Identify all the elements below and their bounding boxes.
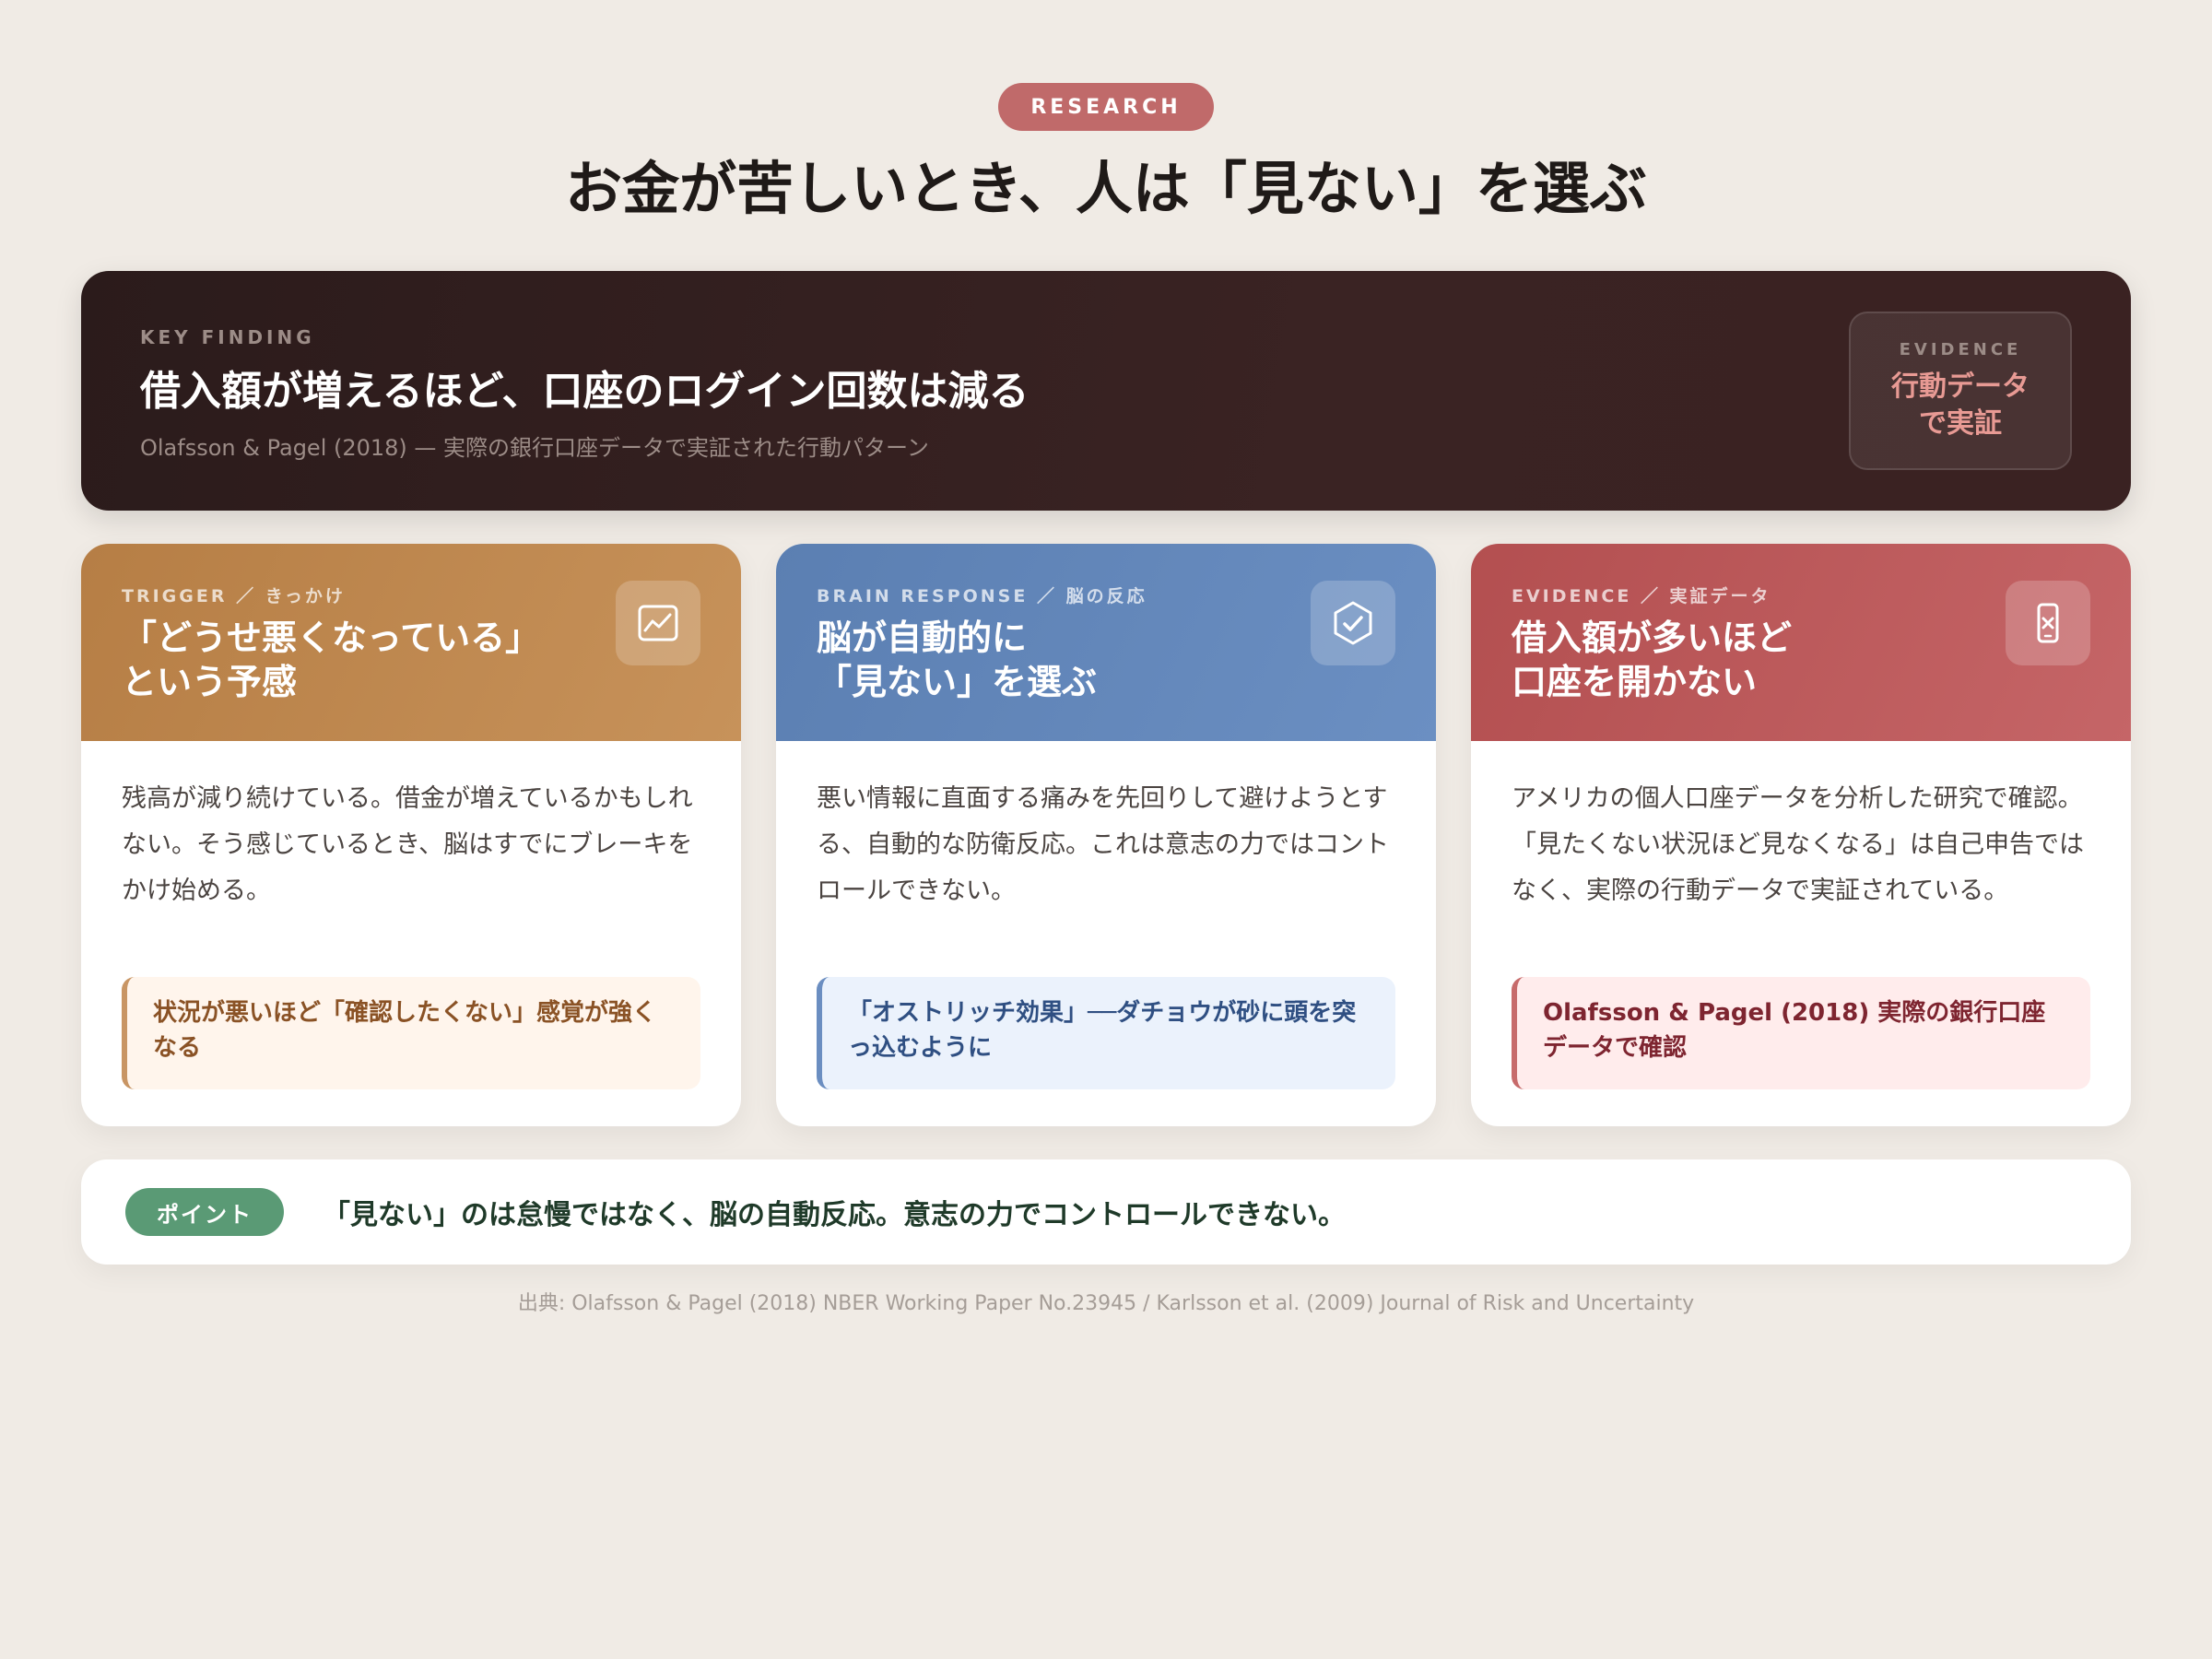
shield-check-icon — [1311, 581, 1395, 665]
card-body: 残高が減り続けている。借金が増えているかもしれない。そう感じているとき、脳はすで… — [122, 784, 693, 905]
research-badge: RESEARCH — [998, 83, 1214, 131]
card-header: TRIGGER ／ きっかけ 「どうせ悪くなっている」 という予感 — [81, 544, 741, 741]
card-heading: 脳が自動的に 「見ない」を選ぶ — [817, 616, 1097, 704]
card-header: BRAIN RESPONSE ／ 脳の反応 脳が自動的に 「見ない」を選ぶ — [776, 544, 1436, 741]
key-finding-eyebrow: KEY FINDING — [140, 326, 315, 348]
card-heading-line: 「見ない」を選ぶ — [817, 662, 1098, 702]
key-finding-headline: 借入額が増えるほど、口座のログイン回数は減る — [140, 368, 1030, 415]
card-heading-line: 「どうせ悪くなっている」 — [122, 618, 541, 658]
card-heading: 「どうせ悪くなっている」 という予感 — [122, 616, 540, 704]
evidence-box: EVIDENCE 行動データで実証 — [1849, 312, 2072, 470]
trigger-card: TRIGGER ／ きっかけ 「どうせ悪くなっている」 という予感 残高が減り続… — [81, 544, 741, 1126]
card-heading-line: 脳が自動的に — [817, 618, 1028, 658]
card-header: EVIDENCE ／ 実証データ 借入額が多いほど 口座を開かない — [1471, 544, 2131, 741]
source-citation: 出典: Olafsson & Pagel (2018) NBER Working… — [517, 1292, 1695, 1315]
phone-blocked-icon — [2006, 581, 2090, 665]
page-title: お金が苦しいとき、人は「見ない」を選ぶ — [565, 155, 1647, 222]
card-eyebrow: BRAIN RESPONSE ／ 脳の反応 — [817, 586, 1147, 606]
evidence-label: EVIDENCE — [1899, 339, 2022, 359]
evidence-value: 行動データで実証 — [1891, 370, 2030, 440]
key-finding-subtitle: Olafsson & Pagel (2018) — 実際の銀行口座データで実証さ… — [140, 435, 929, 461]
evidence-card: EVIDENCE ／ 実証データ 借入額が多いほど 口座を開かない アメリカの個… — [1471, 544, 2131, 1126]
card-body: アメリカの個人口座データを分析した研究で確認。「見たくない状況ほど見なくなる」は… — [1512, 784, 2084, 905]
card-note: 状況が悪いほど「確認したくない」感覚が強くなる — [122, 977, 700, 1089]
card-note: Olafsson & Pagel (2018) 実際の銀行口座データで確認 — [1512, 977, 2090, 1089]
point-message: 「見ない」のは怠慢ではなく、脳の自動反応。意志の力でコントロールできない。 — [323, 1199, 1346, 1231]
trend-chart-icon — [616, 581, 700, 665]
key-finding-panel: KEY FINDING 借入額が増えるほど、口座のログイン回数は減る Olafs… — [81, 271, 2131, 511]
point-label: ポイント — [125, 1188, 284, 1236]
card-eyebrow: TRIGGER ／ きっかけ — [122, 586, 346, 606]
card-heading: 借入額が多いほど 口座を開かない — [1512, 616, 1792, 704]
card-note: 「オストリッチ効果」──ダチョウが砂に頭を突っ込むように — [817, 977, 1395, 1089]
point-bar: ポイント 「見ない」のは怠慢ではなく、脳の自動反応。意志の力でコントロールできな… — [81, 1159, 2131, 1265]
card-heading-line: 口座を開かない — [1512, 662, 1758, 702]
brain-response-card: BRAIN RESPONSE ／ 脳の反応 脳が自動的に 「見ない」を選ぶ 悪い… — [776, 544, 1436, 1126]
card-body: 悪い情報に直面する痛みを先回りして避けようとする、自動的な防衛反応。これは意志の… — [817, 784, 1389, 905]
card-heading-line: という予感 — [122, 662, 298, 702]
card-heading-line: 借入額が多いほど — [1512, 618, 1793, 658]
card-eyebrow: EVIDENCE ／ 実証データ — [1512, 586, 1771, 606]
